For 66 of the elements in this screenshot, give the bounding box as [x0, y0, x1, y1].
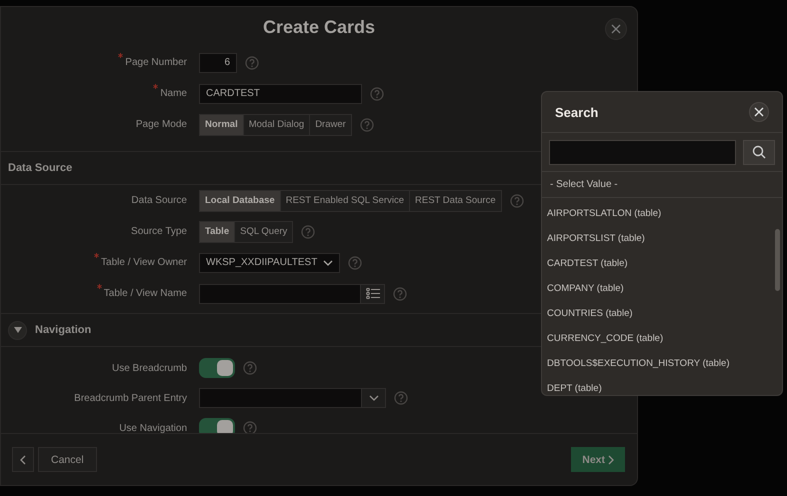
field-label: Breadcrumb Parent Entry	[74, 392, 187, 404]
page-number-field[interactable]: 6	[199, 52, 237, 72]
select-field[interactable]	[199, 388, 362, 408]
collapse-toggle[interactable]	[8, 320, 27, 340]
name-field[interactable]: CARDTEST	[199, 84, 362, 104]
list-option[interactable]: DEPT (table)	[542, 376, 782, 395]
toggle-switch[interactable]	[199, 418, 235, 433]
chevron-down-icon	[368, 395, 378, 401]
segment-option[interactable]: Modal Dialog	[242, 114, 310, 134]
section-heading: Data Source	[8, 162, 72, 174]
segment-option[interactable]: Normal	[200, 114, 243, 134]
back-button[interactable]	[12, 447, 34, 472]
help-icon[interactable]	[393, 286, 407, 300]
search-button[interactable]	[743, 140, 775, 164]
field-label: Use Breadcrumb	[112, 362, 187, 374]
toggle-switch[interactable]	[199, 358, 235, 378]
search-field[interactable]	[549, 140, 736, 164]
chevron-left-icon	[20, 454, 26, 464]
help-icon[interactable]	[510, 194, 524, 208]
help-icon[interactable]	[370, 86, 384, 100]
field-label: Table / View Name	[104, 288, 187, 299]
segment-option[interactable]: Local Database	[200, 190, 280, 210]
help-icon[interactable]	[243, 361, 257, 375]
segment-option[interactable]: Drawer	[309, 114, 351, 134]
segment-option[interactable]: Table	[200, 222, 234, 242]
help-icon[interactable]	[245, 56, 259, 70]
list-option[interactable]: DBTOOLS$EXECUTION_HISTORY (table)	[542, 351, 782, 376]
help-icon[interactable]	[243, 421, 257, 433]
help-icon[interactable]	[394, 391, 408, 405]
select-field[interactable]: WKSP_XXDIIPAULTEST	[199, 252, 340, 272]
segment-option[interactable]: REST Data Source	[409, 190, 501, 210]
field-label: Page Mode	[136, 119, 187, 130]
cancel-button[interactable]: Cancel	[38, 447, 97, 472]
list-icon	[366, 288, 380, 299]
chevron-right-icon	[608, 454, 614, 464]
close-button[interactable]	[749, 102, 769, 122]
help-icon[interactable]	[360, 118, 374, 132]
placeholder-option[interactable]: - Select Value -	[542, 172, 782, 198]
triangle-down-icon	[14, 326, 22, 334]
list-option[interactable]: AIRPORTSLATLON (table)	[542, 201, 782, 226]
field-label: Use Navigation	[119, 422, 187, 433]
help-icon[interactable]	[348, 256, 362, 270]
field-label: Page Number	[125, 57, 187, 68]
dialog-title: Create Cards	[262, 16, 376, 38]
list-button[interactable]	[360, 284, 385, 304]
list-option[interactable]: CURRENCY_CODE (table)	[542, 326, 782, 351]
field-label: Table / View Owner	[101, 257, 187, 268]
list-option[interactable]: AIRPORTSLIST (table)	[542, 226, 782, 251]
close-icon	[611, 24, 621, 34]
list-option[interactable]: CARDTEST (table)	[542, 251, 782, 276]
segment-option[interactable]: REST Enabled SQL Service	[280, 190, 409, 210]
list-option[interactable]: COMPANY (table)	[542, 276, 782, 301]
field-label: Data Source	[131, 195, 187, 206]
dropdown-button[interactable]	[361, 388, 386, 408]
popup-lov-field[interactable]	[199, 284, 361, 304]
segment-option[interactable]: SQL Query	[234, 222, 292, 242]
chevron-down-icon	[323, 260, 333, 266]
field-label: Source Type	[131, 226, 187, 237]
field-label: Name	[160, 88, 187, 99]
search-icon	[752, 145, 766, 159]
close-icon	[754, 107, 764, 117]
list-option[interactable]: COUNTRIES (table)	[542, 301, 782, 326]
scrollbar-thumb[interactable]	[775, 229, 780, 291]
section-heading: Navigation	[35, 324, 92, 336]
help-icon[interactable]	[301, 224, 316, 238]
popup-title: Search	[555, 104, 598, 120]
